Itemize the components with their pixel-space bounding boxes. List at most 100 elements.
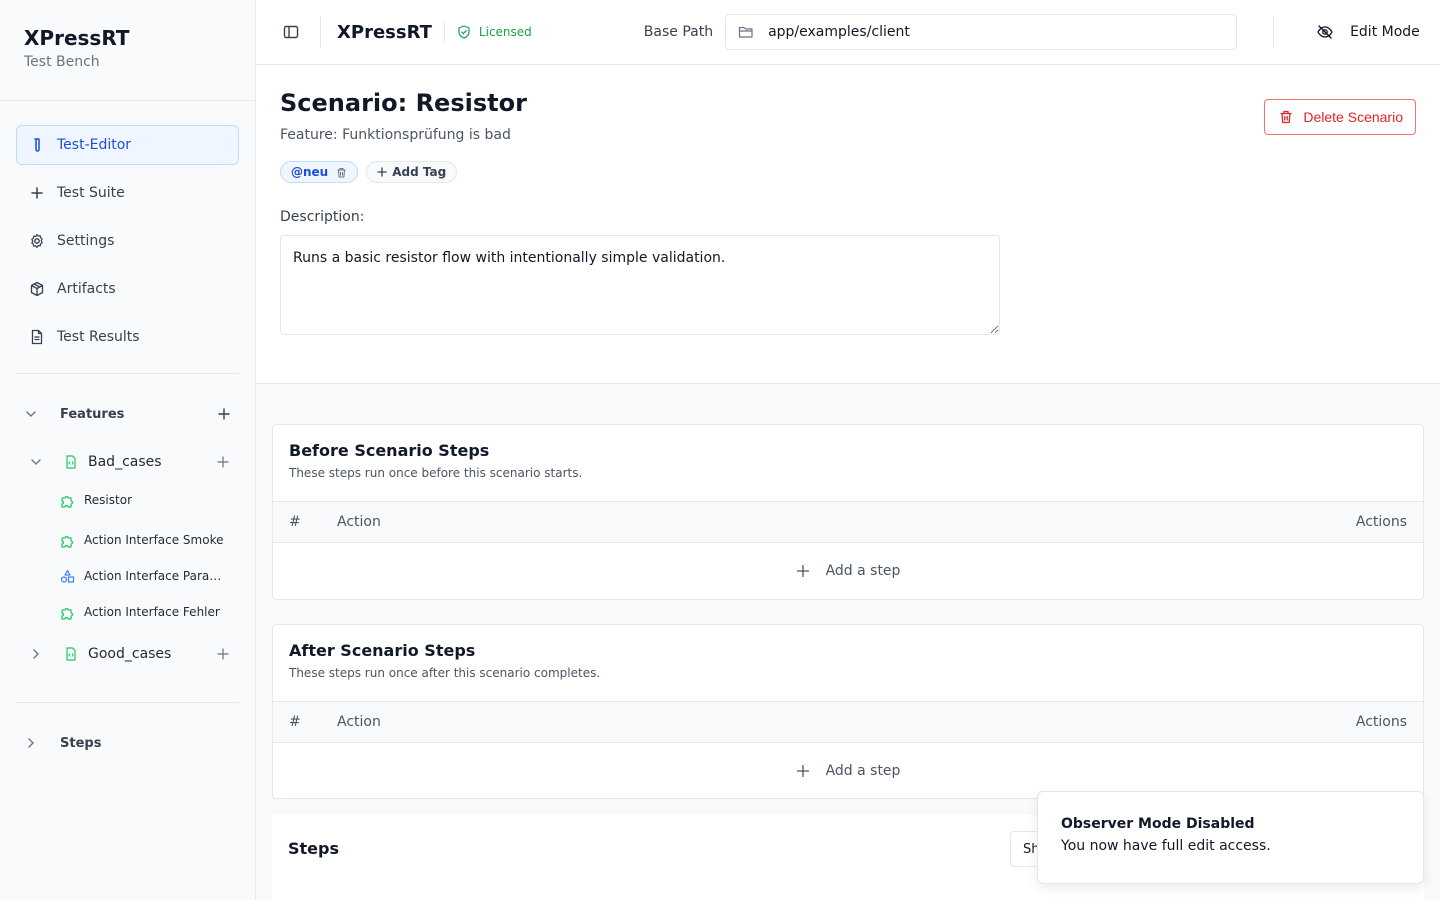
add-tag-label: Add Tag: [392, 165, 447, 179]
test-tube-icon: [29, 137, 45, 153]
trash-icon[interactable]: [336, 167, 347, 178]
sidebar: XPressRT Test Bench Test-Editor Test Sui…: [0, 0, 256, 900]
puzzle-icon: [61, 607, 74, 620]
chevron-right-icon[interactable]: [24, 736, 38, 750]
add-scenario-icon[interactable]: [217, 456, 229, 468]
license-badge: Licensed: [443, 22, 532, 42]
trash-icon: [1280, 110, 1292, 124]
steps-title: Steps: [288, 839, 339, 858]
scenario-title: Scenario: Resistor: [280, 89, 527, 117]
divider: [16, 702, 239, 703]
header-divider: [1273, 16, 1275, 48]
scenario-item[interactable]: Action Interface Smoke: [0, 522, 255, 558]
divider: [16, 373, 239, 374]
base-path-input[interactable]: app/examples/client: [725, 14, 1238, 50]
card-title: Before Scenario Steps: [289, 441, 490, 460]
shield-check-icon: [458, 25, 470, 39]
sidebar-toggle-icon: [283, 25, 299, 39]
package-icon: [29, 281, 45, 297]
add-step-label: Add a step: [825, 763, 901, 779]
scenario-item[interactable]: Action Interface Fehler: [0, 594, 255, 630]
card-subtitle: These steps run once after this scenario…: [289, 666, 601, 680]
puzzle-icon: [61, 495, 74, 508]
chevron-down-icon[interactable]: [30, 456, 42, 468]
license-label: Licensed: [478, 25, 532, 39]
nav-item-label: Settings: [57, 233, 115, 249]
plus-icon: [796, 564, 809, 578]
after-steps-card: After Scenario Steps These steps run onc…: [272, 624, 1424, 799]
brand: XPressRT Test Bench: [0, 0, 255, 101]
base-path-value: app/examples/client: [768, 24, 910, 40]
eye-off-icon: [1317, 25, 1333, 39]
file-code-icon: [66, 647, 76, 661]
scenario-header-panel: Scenario: Resistor Feature: Funktionsprü…: [256, 65, 1440, 384]
plus-icon: [796, 764, 809, 778]
add-feature-icon[interactable]: [217, 407, 231, 421]
delete-scenario-label: Delete Scenario: [1303, 109, 1403, 125]
scenario-label: Action Interface Parameters: [84, 569, 225, 583]
folder-label: Bad_cases: [88, 454, 162, 470]
chevron-right-icon[interactable]: [30, 648, 42, 660]
brand-subtitle: Test Bench: [24, 54, 100, 70]
tag-label: @neu: [291, 165, 329, 179]
column-header-number: #: [289, 714, 301, 730]
nav-item-label: Test-Editor: [57, 137, 132, 153]
scenario-label: Action Interface Smoke: [84, 533, 224, 547]
app-title: XPressRT: [337, 21, 432, 43]
top-header: XPressRT Licensed Base Path app/examples…: [256, 0, 1440, 65]
features-label: Features: [60, 406, 125, 422]
description-textarea[interactable]: Runs a basic resistor flow with intentio…: [280, 235, 1000, 335]
toast-message: You now have full edit access.: [1061, 838, 1271, 854]
nav-item-test-editor[interactable]: Test-Editor: [16, 125, 239, 165]
column-header-actions: Actions: [1355, 714, 1407, 730]
column-header-action: Action: [337, 714, 381, 730]
plus-icon: [377, 167, 387, 177]
add-step-label: Add a step: [825, 563, 901, 579]
header-divider: [320, 16, 321, 48]
nav-item-label: Test Results: [57, 329, 140, 345]
folder-label: Good_cases: [88, 646, 172, 662]
chevron-down-icon[interactable]: [24, 407, 38, 421]
steps-label: Steps: [60, 735, 102, 751]
edit-mode-button[interactable]: Edit Mode: [1294, 23, 1420, 41]
column-header-action: Action: [337, 514, 381, 530]
add-step-button[interactable]: Add a step: [273, 543, 1423, 599]
gear-icon: [29, 233, 45, 249]
card-header: After Scenario Steps These steps run onc…: [273, 625, 1423, 702]
shapes-icon: [60, 569, 75, 583]
column-header-actions: Actions: [1355, 514, 1407, 530]
features-section-header[interactable]: Features: [0, 394, 255, 434]
edit-mode-label: Edit Mode: [1350, 24, 1420, 40]
document-icon: [29, 329, 45, 345]
nav-item-test-suite[interactable]: Test Suite: [16, 173, 239, 213]
brand-title: XPressRT: [24, 26, 130, 50]
folder-good-cases[interactable]: Good_cases: [0, 636, 255, 672]
toast-title: Observer Mode Disabled: [1061, 816, 1255, 832]
nav-item-test-results[interactable]: Test Results: [16, 317, 239, 357]
description-label: Description:: [280, 209, 365, 225]
table-header: # Action Actions: [273, 502, 1423, 543]
steps-section-header[interactable]: Steps: [0, 723, 255, 763]
base-path-label: Base Path: [643, 24, 714, 40]
folder-open-icon: [738, 26, 753, 38]
card-header: Before Scenario Steps These steps run on…: [273, 425, 1423, 502]
card-subtitle: These steps run once before this scenari…: [289, 466, 583, 480]
nav-item-artifacts[interactable]: Artifacts: [16, 269, 239, 309]
folder-bad-cases[interactable]: Bad_cases: [0, 444, 255, 480]
nav-item-settings[interactable]: Settings: [16, 221, 239, 261]
file-code-icon: [66, 455, 76, 469]
scenario-label: Action Interface Fehler: [84, 605, 220, 619]
scenario-item[interactable]: Action Interface Parameters: [0, 558, 255, 594]
scenario-item-resistor[interactable]: Resistor: [0, 482, 255, 518]
scenario-feature: Feature: Funktionsprüfung is bad: [280, 127, 511, 143]
tag-chip[interactable]: @neu: [280, 161, 359, 183]
toggle-sidebar-button[interactable]: [278, 19, 304, 45]
main-nav: Test-Editor Test Suite Settings Artifact…: [0, 101, 255, 357]
nav-item-label: Artifacts: [57, 281, 116, 297]
nav-item-label: Test Suite: [57, 185, 125, 201]
delete-scenario-button[interactable]: Delete Scenario: [1264, 99, 1416, 135]
add-tag-button[interactable]: Add Tag: [366, 161, 458, 183]
add-scenario-icon[interactable]: [217, 648, 229, 660]
column-header-number: #: [289, 514, 301, 530]
before-steps-card: Before Scenario Steps These steps run on…: [272, 424, 1424, 600]
